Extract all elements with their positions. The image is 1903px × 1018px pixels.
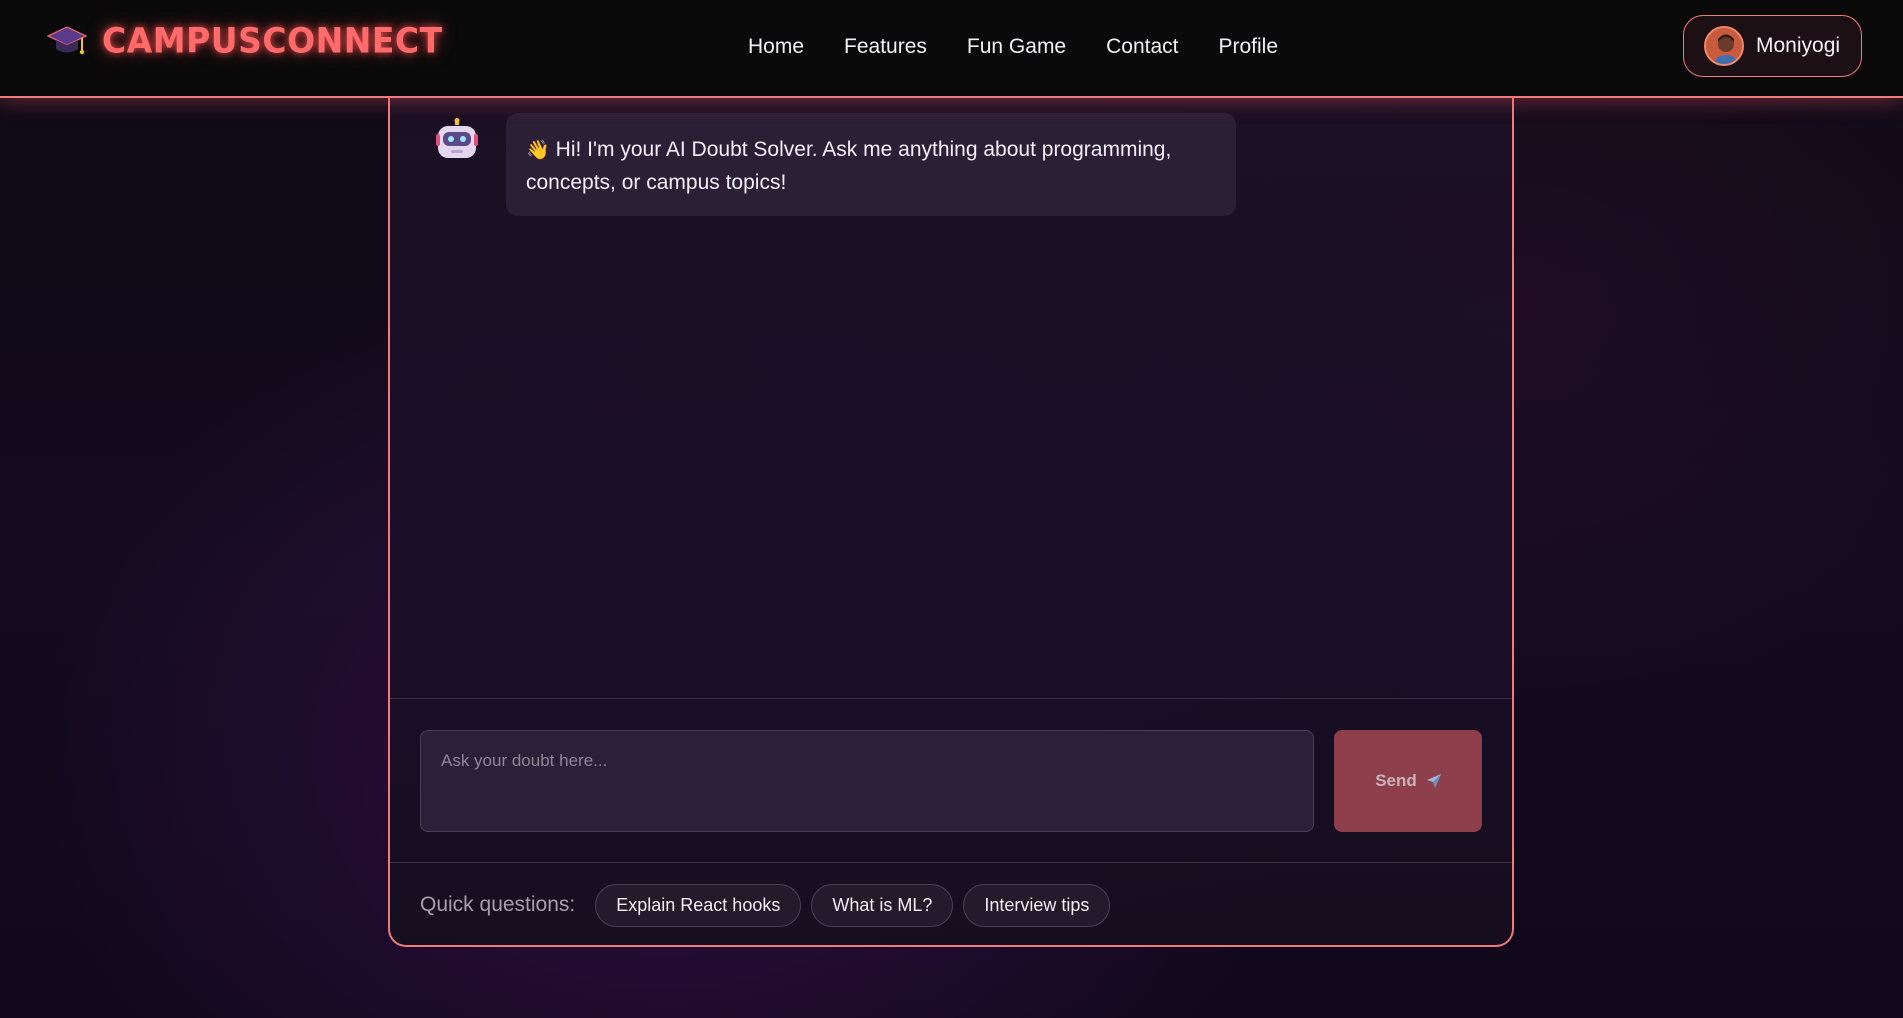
nav-link-fun-game[interactable]: Fun Game — [967, 35, 1066, 59]
bot-message-text: Hi! I'm your AI Doubt Solver. Ask me any… — [526, 138, 1172, 194]
robot-icon — [436, 118, 478, 158]
brand-name: CAMPUSCONNECT — [102, 19, 443, 61]
send-button[interactable]: Send — [1334, 730, 1482, 832]
divider — [390, 862, 1512, 863]
message-list[interactable]: 👋 Hi! I'm your AI Doubt Solver. Ask me an… — [390, 88, 1512, 698]
question-input[interactable] — [420, 730, 1314, 832]
avatar-icon — [1706, 28, 1742, 64]
navbar: CAMPUSCONNECT Home Features Fun Game Con… — [0, 0, 1903, 98]
main-nav: Home Features Fun Game Contact Profile — [748, 30, 1278, 64]
user-menu-button[interactable]: Moniyogi — [1683, 15, 1862, 77]
send-button-label: Send — [1375, 771, 1417, 790]
divider — [390, 698, 1512, 699]
quick-question-react-hooks[interactable]: Explain React hooks — [595, 883, 802, 927]
chat-panel: 👋 Hi! I'm your AI Doubt Solver. Ask me an… — [388, 88, 1514, 947]
nav-link-profile[interactable]: Profile — [1219, 35, 1279, 59]
user-name: Moniyogi — [1756, 34, 1841, 57]
graduation-cap-icon — [46, 26, 88, 55]
quick-questions-label: Quick questions: — [420, 893, 576, 916]
bot-message: 👋 Hi! I'm your AI Doubt Solver. Ask me an… — [506, 113, 1236, 216]
user-avatar — [1704, 26, 1744, 66]
brand-logo[interactable]: CAMPUSCONNECT — [46, 18, 443, 62]
quick-question-ml[interactable]: What is ML? — [811, 883, 954, 927]
nav-link-home[interactable]: Home — [748, 35, 804, 59]
paper-plane-icon — [1426, 774, 1441, 788]
nav-link-contact[interactable]: Contact — [1106, 35, 1178, 59]
waving-hand-icon: 👋 — [526, 140, 550, 161]
quick-questions: Quick questions: Explain React hooks Wha… — [420, 883, 1120, 927]
nav-link-features[interactable]: Features — [844, 35, 927, 59]
quick-question-interview-tips[interactable]: Interview tips — [963, 883, 1111, 927]
